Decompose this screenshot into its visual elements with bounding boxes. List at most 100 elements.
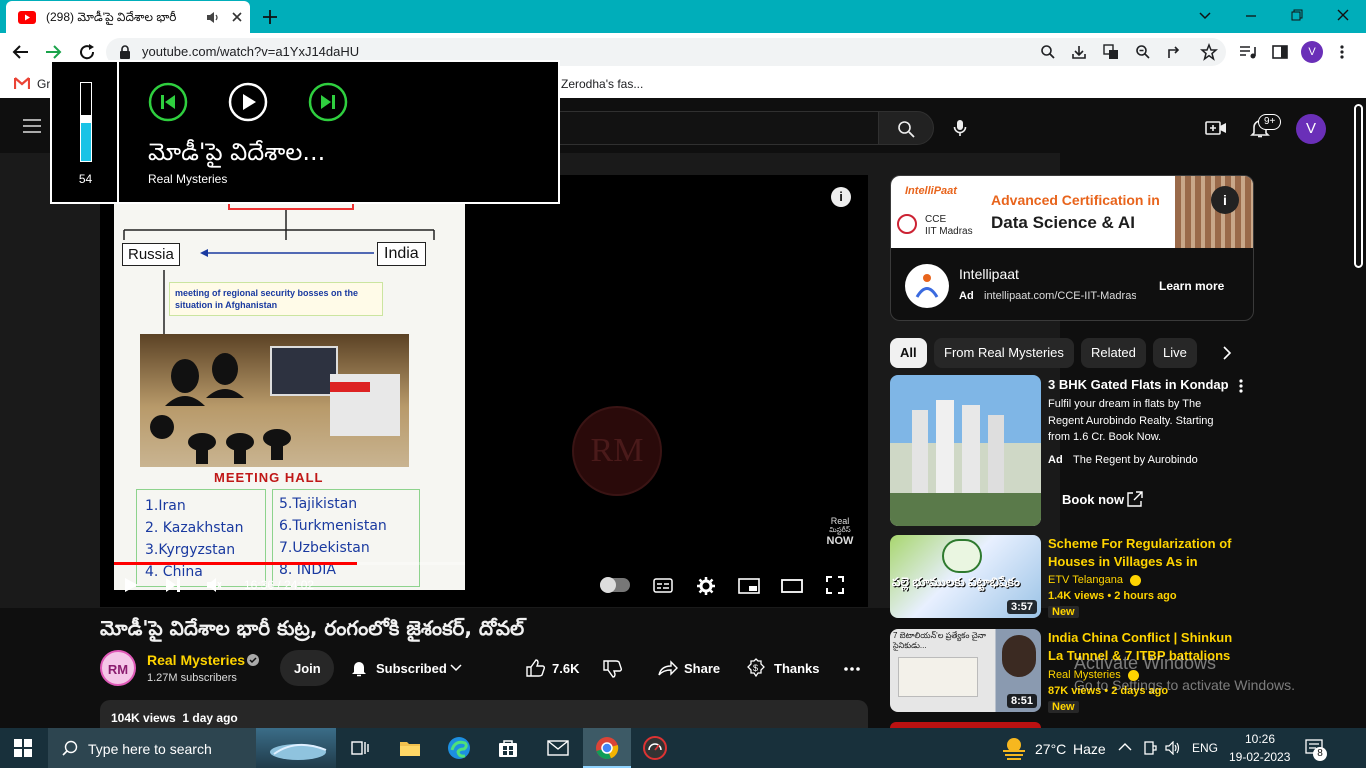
- book-now-button[interactable]: Book now: [1048, 482, 1160, 518]
- channel-watermark: RM: [572, 406, 662, 496]
- join-button[interactable]: Join: [280, 650, 334, 686]
- wpm-app-icon[interactable]: [643, 736, 667, 760]
- hamburger-menu-icon[interactable]: [23, 119, 41, 133]
- volume-icon[interactable]: [206, 578, 222, 592]
- taskbar-search-box[interactable]: Type here to search: [48, 728, 256, 768]
- play-pause-icon[interactable]: [228, 82, 268, 122]
- speaker-icon[interactable]: [1165, 741, 1181, 755]
- chip-from-channel[interactable]: From Real Mysteries: [934, 338, 1074, 368]
- share-page-icon[interactable]: [1167, 44, 1183, 60]
- chrome-menu-icon[interactable]: [1339, 44, 1345, 60]
- ad-banner-brand: IntelliPaat: [905, 185, 957, 197]
- learn-more-button[interactable]: Learn more: [1141, 268, 1243, 304]
- more-actions-icon[interactable]: [844, 666, 860, 672]
- browser-tab[interactable]: (298) మోడీ'పై విదేశాల భారీ: [6, 1, 250, 33]
- previous-track-icon[interactable]: [148, 82, 188, 122]
- weather-temp[interactable]: 27°C: [1035, 741, 1066, 757]
- rec-thumbnail[interactable]: 7 బెటాలియన్'ల ప్రత్యేకం చైనా సైనికుడు...…: [890, 629, 1041, 712]
- page-scrollbar[interactable]: [1352, 98, 1366, 728]
- clock-time[interactable]: 10:26: [1245, 732, 1275, 746]
- task-view-icon[interactable]: [351, 739, 369, 757]
- close-window-icon[interactable]: [1336, 8, 1350, 22]
- store-icon[interactable]: [498, 738, 518, 758]
- settings-gear-icon[interactable]: [696, 576, 716, 596]
- progress-bar[interactable]: [114, 562, 465, 565]
- lock-icon[interactable]: [118, 44, 132, 60]
- next-icon[interactable]: [164, 577, 182, 593]
- fullscreen-icon[interactable]: [826, 576, 844, 594]
- ad-card[interactable]: IntelliPaat CCE IIT Madras Advanced Cert…: [890, 175, 1254, 321]
- search-input[interactable]: [548, 111, 878, 145]
- notification-count-badge: 9+: [1258, 114, 1282, 130]
- yt-avatar[interactable]: V: [1296, 114, 1326, 144]
- gmail-icon[interactable]: [14, 77, 30, 90]
- create-video-icon[interactable]: [1205, 120, 1227, 136]
- install-app-icon[interactable]: [1071, 44, 1087, 60]
- rec-title[interactable]: Scheme For Regularization of Houses in V…: [1048, 535, 1238, 571]
- profile-avatar[interactable]: V: [1301, 41, 1323, 63]
- brand-logo: Real మిస్టరీస్ NOW: [820, 516, 860, 547]
- chip-related[interactable]: Related: [1081, 338, 1146, 368]
- minimize-icon[interactable]: [1244, 8, 1258, 22]
- scrollbar-thumb[interactable]: [1354, 104, 1363, 268]
- edge-browser-icon[interactable]: [447, 736, 471, 760]
- channel-name[interactable]: Real Mysteries: [147, 652, 245, 668]
- restore-icon[interactable]: [1290, 8, 1304, 22]
- rec-thumbnail-ad[interactable]: [890, 375, 1041, 526]
- file-explorer-icon[interactable]: [399, 738, 421, 758]
- show-hidden-icons-icon[interactable]: [1118, 742, 1132, 752]
- info-icon[interactable]: i: [831, 187, 851, 207]
- miniplayer-icon[interactable]: [738, 578, 760, 594]
- subtitles-icon[interactable]: [653, 578, 673, 593]
- chip-all[interactable]: All: [890, 338, 927, 368]
- next-track-icon[interactable]: [308, 82, 348, 122]
- search-page-icon[interactable]: [1040, 44, 1056, 60]
- url-text[interactable]: youtube.com/watch?v=a1YxJ14daHU: [142, 44, 359, 59]
- subscribed-button[interactable]: Subscribed: [342, 650, 478, 686]
- rec-channel-name[interactable]: ETV Telangana: [1048, 574, 1123, 586]
- chrome-taskbar-item[interactable]: [583, 728, 631, 768]
- zoom-icon[interactable]: [1135, 44, 1151, 60]
- like-button[interactable]: 7.6K: [522, 650, 588, 686]
- description-box[interactable]: 104K views 1 day ago: [100, 700, 868, 730]
- weather-condition[interactable]: Haze: [1073, 741, 1106, 757]
- clock-date[interactable]: 19-02-2023: [1229, 750, 1290, 764]
- volume-knob[interactable]: [81, 114, 91, 123]
- mail-icon[interactable]: [547, 740, 569, 756]
- media-control-icon[interactable]: [1239, 44, 1257, 60]
- tab-close-icon[interactable]: [230, 10, 244, 24]
- audio-playing-icon[interactable]: [206, 11, 220, 24]
- chip-live[interactable]: Live: [1153, 338, 1197, 368]
- bookmark-item-zerodha[interactable]: Zerodha's fas...: [561, 77, 643, 91]
- back-arrow-icon[interactable]: [12, 43, 30, 61]
- ad-info-icon[interactable]: i: [1211, 186, 1239, 214]
- device-icon[interactable]: [1143, 740, 1157, 756]
- translate-icon[interactable]: [1103, 44, 1119, 60]
- rec-more-icon[interactable]: [1238, 378, 1244, 394]
- forward-arrow-icon[interactable]: [44, 43, 62, 61]
- search-button[interactable]: [878, 111, 934, 145]
- rec-title[interactable]: 3 BHK Gated Flats in Kondapur: [1048, 377, 1228, 392]
- rec-advertiser: The Regent by Aurobindo: [1073, 454, 1198, 466]
- autoplay-toggle[interactable]: [600, 577, 630, 593]
- reload-icon[interactable]: [78, 43, 96, 61]
- tab-search-icon[interactable]: [1198, 9, 1212, 23]
- start-windows-icon[interactable]: [14, 739, 32, 757]
- share-button[interactable]: Share: [650, 650, 726, 686]
- ad-banner[interactable]: IntelliPaat CCE IIT Madras Advanced Cert…: [891, 176, 1253, 248]
- dislike-icon[interactable]: [603, 660, 623, 678]
- bookmark-star-icon[interactable]: [1200, 43, 1218, 61]
- microphone-icon[interactable]: [953, 119, 967, 137]
- side-panel-icon[interactable]: [1272, 44, 1288, 60]
- play-icon[interactable]: [122, 576, 140, 594]
- bookmark-item[interactable]: Gr: [37, 77, 50, 91]
- views-date: 104K views 1 day ago: [111, 711, 238, 725]
- new-tab-icon[interactable]: [262, 9, 278, 25]
- rec-thumbnail[interactable]: పల్లె భూములకు పట్టాభిషేకం 3:57: [890, 535, 1041, 618]
- chevron-right-icon[interactable]: [1222, 346, 1232, 360]
- volume-slider[interactable]: [80, 82, 92, 162]
- thanks-button[interactable]: $ Thanks: [740, 650, 824, 686]
- channel-avatar[interactable]: RM: [100, 650, 136, 686]
- theater-mode-icon[interactable]: [781, 578, 803, 594]
- language-indicator[interactable]: ENG: [1192, 741, 1218, 755]
